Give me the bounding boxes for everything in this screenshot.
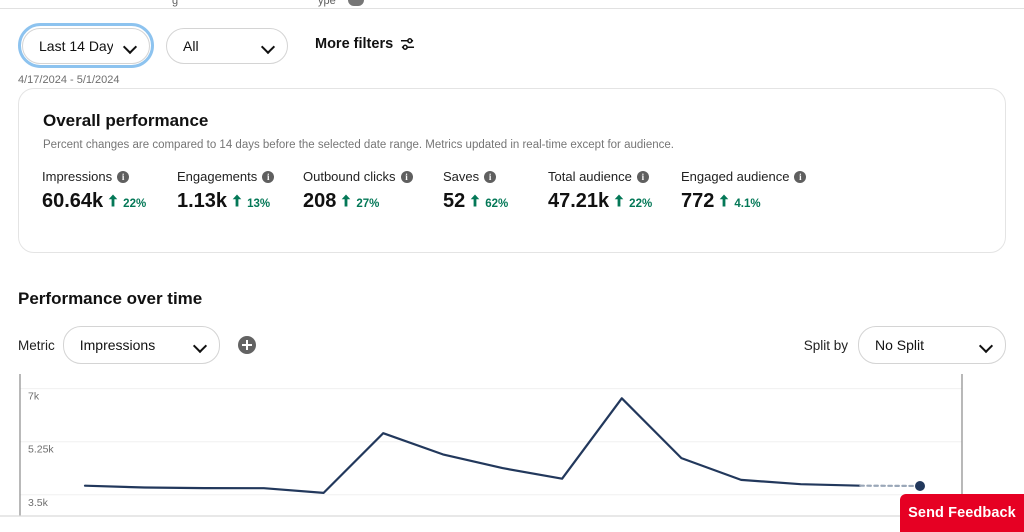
content-type-select[interactable]: All bbox=[166, 28, 288, 64]
more-filters-label: More filters bbox=[315, 36, 394, 52]
metric-control-row: Metric Impressions bbox=[18, 326, 256, 364]
arrow-up-icon bbox=[614, 194, 624, 207]
chart-svg: 3.5k 5.25k 7k bbox=[0, 374, 1024, 517]
metric-label: Saves bbox=[443, 169, 480, 184]
split-by-select[interactable]: No Split bbox=[858, 326, 1006, 364]
chart-line bbox=[83, 397, 862, 494]
split-control-row: Split by No Split bbox=[804, 326, 1006, 364]
metric-value: 1.13k bbox=[177, 190, 228, 212]
info-icon[interactable]: i bbox=[262, 170, 275, 183]
chevron-down-icon bbox=[979, 338, 993, 352]
date-range-select-value: Last 14 Days bbox=[39, 38, 113, 54]
arrow-up-icon bbox=[719, 194, 729, 207]
more-filters-button[interactable]: More filters bbox=[315, 36, 415, 52]
partial-label-right: ype bbox=[318, 0, 336, 7]
metric-change: 4.1% bbox=[734, 198, 761, 210]
filter-bar: Last 14 Days All More filters 4/17/2024 … bbox=[0, 12, 1024, 86]
overall-performance-title: Overall performance bbox=[43, 111, 209, 130]
arrow-up-icon bbox=[341, 194, 351, 207]
metric-engagements: Engagements i 1.13k 13% bbox=[177, 169, 303, 213]
send-feedback-button[interactable]: Send Feedback bbox=[900, 494, 1024, 532]
metric-change: 22% bbox=[123, 198, 147, 210]
metrics-row: Impressions i 60.64k 22% Engagements i 1… bbox=[42, 169, 995, 213]
selected-date-range-text: 4/17/2024 - 5/1/2024 bbox=[18, 74, 120, 86]
info-icon[interactable]: i bbox=[636, 170, 649, 183]
metric-label: Impressions bbox=[42, 169, 113, 184]
metric-engaged-audience: Engaged audience i 772 4.1% bbox=[681, 169, 807, 213]
partial-pill-icon bbox=[348, 0, 364, 6]
metric-value: 208 bbox=[303, 190, 337, 212]
metric-select-value: Impressions bbox=[79, 337, 156, 353]
metric-value: 772 bbox=[681, 190, 715, 212]
info-icon[interactable]: i bbox=[484, 170, 497, 183]
arrow-up-icon bbox=[232, 194, 242, 207]
info-icon[interactable]: i bbox=[400, 170, 413, 183]
partial-label-left: g bbox=[172, 0, 179, 7]
metric-value: 52 bbox=[443, 190, 466, 212]
arrow-up-icon bbox=[108, 194, 118, 207]
chevron-down-icon bbox=[193, 338, 207, 352]
metric-value: 60.64k bbox=[42, 190, 104, 212]
chart-end-point-marker bbox=[915, 480, 925, 491]
chevron-down-icon bbox=[261, 39, 275, 53]
metric-control-label: Metric bbox=[18, 337, 55, 353]
metric-impressions: Impressions i 60.64k 22% bbox=[42, 169, 177, 213]
metric-change: 27% bbox=[356, 198, 380, 210]
info-icon[interactable]: i bbox=[117, 170, 130, 183]
metric-change: 62% bbox=[485, 198, 509, 210]
metric-select[interactable]: Impressions bbox=[62, 326, 220, 364]
metric-label: Outbound clicks bbox=[303, 169, 396, 184]
date-range-select[interactable]: Last 14 Days bbox=[22, 28, 150, 64]
y-axis-tick-label: 3.5k bbox=[28, 497, 49, 509]
split-by-label: Split by bbox=[803, 337, 848, 353]
metric-label: Engagements bbox=[177, 169, 258, 184]
y-axis-tick-label: 5.25k bbox=[28, 444, 54, 456]
metric-value: 47.21k bbox=[548, 190, 610, 212]
chevron-down-icon bbox=[123, 39, 137, 53]
header-divider bbox=[0, 8, 1024, 9]
performance-chart[interactable]: 3.5k 5.25k 7k bbox=[0, 370, 1024, 532]
y-axis-tick-label: 7k bbox=[28, 391, 40, 403]
metric-label: Engaged audience bbox=[681, 169, 790, 184]
metric-label: Total audience bbox=[548, 169, 632, 184]
metric-saves: Saves i 52 62% bbox=[443, 169, 548, 213]
metric-total-audience: Total audience i 47.21k 22% bbox=[548, 169, 681, 213]
content-type-select-value: All bbox=[183, 38, 199, 54]
overall-performance-card: Overall performance Percent changes are … bbox=[18, 88, 1006, 253]
metric-change: 13% bbox=[247, 198, 271, 210]
overall-performance-subtitle: Percent changes are compared to 14 days … bbox=[43, 139, 674, 151]
sliders-icon bbox=[400, 37, 415, 51]
split-by-select-value: No Split bbox=[875, 337, 925, 353]
metric-change: 22% bbox=[629, 198, 653, 210]
metric-outbound-clicks: Outbound clicks i 208 27% bbox=[303, 169, 443, 213]
plus-circle-icon[interactable] bbox=[237, 336, 256, 354]
info-icon[interactable]: i bbox=[794, 170, 807, 183]
arrow-up-icon bbox=[470, 194, 480, 207]
performance-over-time-title: Performance over time bbox=[18, 289, 203, 308]
